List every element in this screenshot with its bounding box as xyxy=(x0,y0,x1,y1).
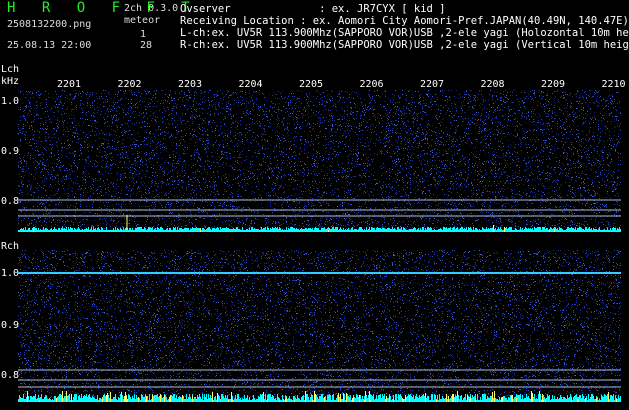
lch-info-line: L-ch:ex. UV5R 113.900Mhz(SAPPORO VOR)USB… xyxy=(180,28,629,39)
lch-meteor-count: 1 xyxy=(140,29,146,40)
time-axis-label-2202: 2202 xyxy=(118,79,142,90)
rch-ytick-1.0: 1.0 xyxy=(1,268,19,279)
lch-spectrogram xyxy=(18,90,621,232)
lch-ytick-1.0: 1.0 xyxy=(1,96,19,107)
time-axis-label-2201: 2201 xyxy=(57,79,81,90)
time-axis-label-2207: 2207 xyxy=(420,79,444,90)
time-axis-label-2208: 2208 xyxy=(481,79,505,90)
baseline-strip xyxy=(18,391,621,402)
mode-label: 2ch 0.3.0 xyxy=(124,3,178,14)
rch-spectrogram xyxy=(18,250,621,402)
time-axis-label-2209: 2209 xyxy=(541,79,565,90)
observer-line: Ovserver : ex. JR7CYX [ kid ] xyxy=(180,4,446,15)
rch-spectrogram-svg xyxy=(18,250,621,402)
meteor-label: meteor xyxy=(124,15,160,26)
lch-ytick-0.8: 0.8 xyxy=(1,196,19,207)
rch-label: Rch xyxy=(1,241,19,252)
time-axis-label-2210: 2210 xyxy=(602,79,626,90)
receiving-location-line: Receiving Location : ex. Aomori City Aom… xyxy=(180,16,629,27)
time-axis-label-2203: 2203 xyxy=(178,79,202,90)
rch-meteor-count: 28 xyxy=(140,40,152,51)
filename-label: 2508132200.png xyxy=(7,19,91,30)
lch-label: Lch xyxy=(1,64,19,75)
time-axis-label-2206: 2206 xyxy=(360,79,384,90)
lch-unit-label: kHz xyxy=(1,76,19,87)
rch-info-line: R-ch:ex. UV5R 113.900Mhz(SAPPORO VOR)USB… xyxy=(180,40,629,51)
noise-layer xyxy=(18,90,621,232)
time-axis-label-2204: 2204 xyxy=(239,79,263,90)
datetime-label: 25.08.13 22:00 xyxy=(7,40,91,51)
time-axis-label-2205: 2205 xyxy=(299,79,323,90)
rch-ytick-0.9: 0.9 xyxy=(1,320,19,331)
lch-ytick-0.9: 0.9 xyxy=(1,146,19,157)
lch-spectrogram-svg xyxy=(18,90,621,232)
rch-ytick-0.8: 0.8 xyxy=(1,370,19,381)
